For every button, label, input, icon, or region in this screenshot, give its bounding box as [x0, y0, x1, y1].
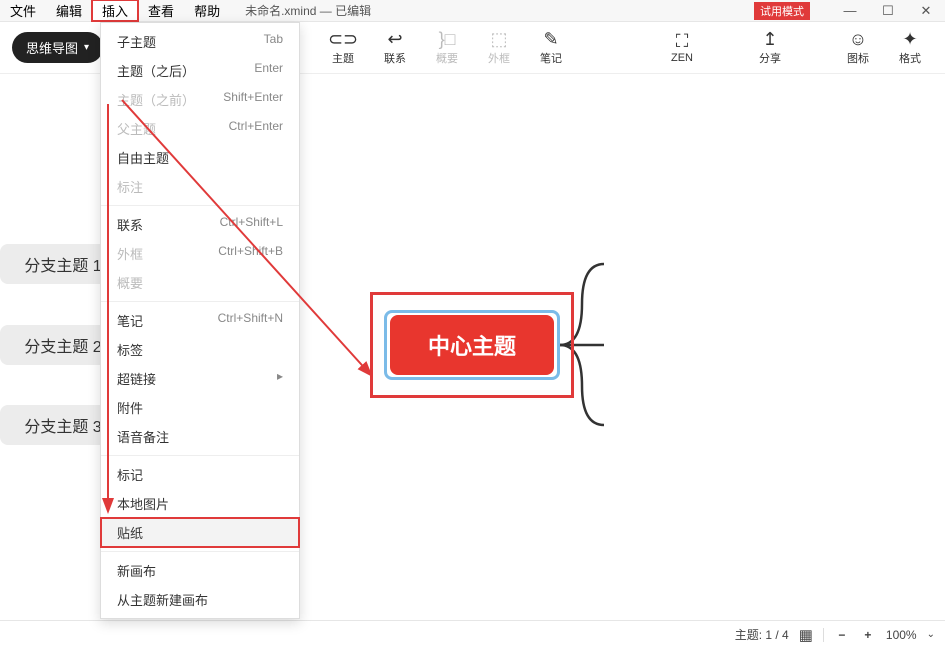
dd-sticker[interactable]: 贴纸: [101, 518, 299, 547]
zoom-dropdown-icon[interactable]: ⌄: [927, 629, 935, 640]
submenu-arrow-icon: ▸: [277, 369, 283, 388]
map-overview-icon[interactable]: ▦: [799, 626, 813, 644]
menu-view[interactable]: 查看: [138, 0, 184, 21]
window-controls: — ☐ ✕: [831, 0, 945, 21]
summary-button[interactable]: }□ 概要: [424, 29, 470, 66]
menu-file[interactable]: 文件: [0, 0, 46, 21]
divider: [101, 455, 299, 456]
divider: [823, 628, 824, 642]
trial-mode-badge[interactable]: 试用模式: [754, 2, 810, 20]
zen-label: ZEN: [671, 52, 693, 64]
topic-icon: ⊂⊃: [328, 29, 358, 49]
insert-dropdown: 子主题Tab 主题（之后）Enter 主题（之前）Shift+Enter 父主题…: [100, 22, 300, 619]
zen-button[interactable]: ⛶ ZEN: [659, 31, 705, 64]
mindmap-mode-button[interactable]: 思维导图 ▾: [12, 32, 103, 63]
minimize-button[interactable]: —: [831, 0, 869, 21]
dd-topic-before: 主题（之前）Shift+Enter: [101, 85, 299, 114]
dd-local-image[interactable]: 本地图片: [101, 489, 299, 518]
divider: [101, 301, 299, 302]
chevron-down-icon: ▾: [84, 42, 89, 53]
dd-new-canvas[interactable]: 新画布: [101, 556, 299, 585]
zoom-out-button[interactable]: −: [834, 628, 850, 642]
boundary-button[interactable]: ⬚ 外框: [476, 29, 522, 66]
dd-callout: 标注: [101, 172, 299, 201]
dd-topic-after[interactable]: 主题（之后）Enter: [101, 56, 299, 85]
topic-label: 主题: [332, 50, 354, 66]
zoom-in-button[interactable]: +: [860, 628, 876, 642]
close-button[interactable]: ✕: [907, 0, 945, 21]
dd-note[interactable]: 笔记Ctrl+Shift+N: [101, 306, 299, 335]
menu-edit[interactable]: 编辑: [46, 0, 92, 21]
dd-hyperlink[interactable]: 超链接▸: [101, 364, 299, 393]
dd-marker[interactable]: 标记: [101, 460, 299, 489]
dd-parent-topic: 父主题Ctrl+Enter: [101, 114, 299, 143]
icon-button[interactable]: ☺ 图标: [835, 29, 881, 66]
zoom-level[interactable]: 100%: [886, 628, 917, 642]
maximize-button[interactable]: ☐: [869, 0, 907, 21]
boundary-icon: ⬚: [491, 29, 508, 49]
menu-bar: 文件 编辑 插入 查看 帮助: [0, 0, 230, 21]
relation-button[interactable]: ↩ 联系: [372, 29, 418, 66]
dd-new-canvas-from-topic[interactable]: 从主题新建画布: [101, 585, 299, 614]
center-node-selection: 中心主题: [384, 310, 560, 380]
dd-label[interactable]: 标签: [101, 335, 299, 364]
document-title: 未命名.xmind — 已编辑: [245, 2, 371, 19]
icon-label: 图标: [847, 50, 869, 66]
mindmap-mode-label: 思维导图: [26, 38, 78, 57]
relation-label: 联系: [384, 50, 406, 66]
note-label: 笔记: [540, 50, 562, 66]
statusbar: 主题: 1 / 4 ▦ − + 100% ⌄: [0, 620, 945, 648]
smile-icon: ☺: [849, 29, 867, 49]
dd-summary: 概要: [101, 268, 299, 297]
dd-free-topic[interactable]: 自由主题: [101, 143, 299, 172]
topic-count: 主题: 1 / 4: [735, 626, 789, 643]
format-button[interactable]: ✦ 格式: [887, 29, 933, 66]
divider: [101, 205, 299, 206]
summary-label: 概要: [436, 50, 458, 66]
dd-subtopic[interactable]: 子主题Tab: [101, 27, 299, 56]
topic-button[interactable]: ⊂⊃ 主题: [320, 29, 366, 66]
summary-icon: }□: [439, 29, 456, 49]
format-label: 格式: [899, 50, 921, 66]
boundary-label: 外框: [488, 50, 510, 66]
format-icon: ✦: [902, 29, 917, 49]
share-button[interactable]: ↥ 分享: [747, 29, 793, 66]
dd-relation[interactable]: 联系Ctrl+Shift+L: [101, 210, 299, 239]
dd-attachment[interactable]: 附件: [101, 393, 299, 422]
menu-insert[interactable]: 插入: [92, 0, 138, 21]
note-icon: ✎: [544, 29, 559, 49]
share-label: 分享: [759, 50, 781, 66]
titlebar: 文件 编辑 插入 查看 帮助 未命名.xmind — 已编辑 试用模式 — ☐ …: [0, 0, 945, 22]
divider: [101, 551, 299, 552]
note-button[interactable]: ✎ 笔记: [528, 29, 574, 66]
dd-boundary: 外框Ctrl+Shift+B: [101, 239, 299, 268]
center-topic[interactable]: 中心主题: [390, 315, 554, 375]
zen-icon: ⛶: [676, 31, 689, 51]
menu-help[interactable]: 帮助: [184, 0, 230, 21]
relation-icon: ↩: [388, 29, 403, 49]
share-icon: ↥: [762, 29, 777, 49]
dd-voice-note[interactable]: 语音备注: [101, 422, 299, 451]
